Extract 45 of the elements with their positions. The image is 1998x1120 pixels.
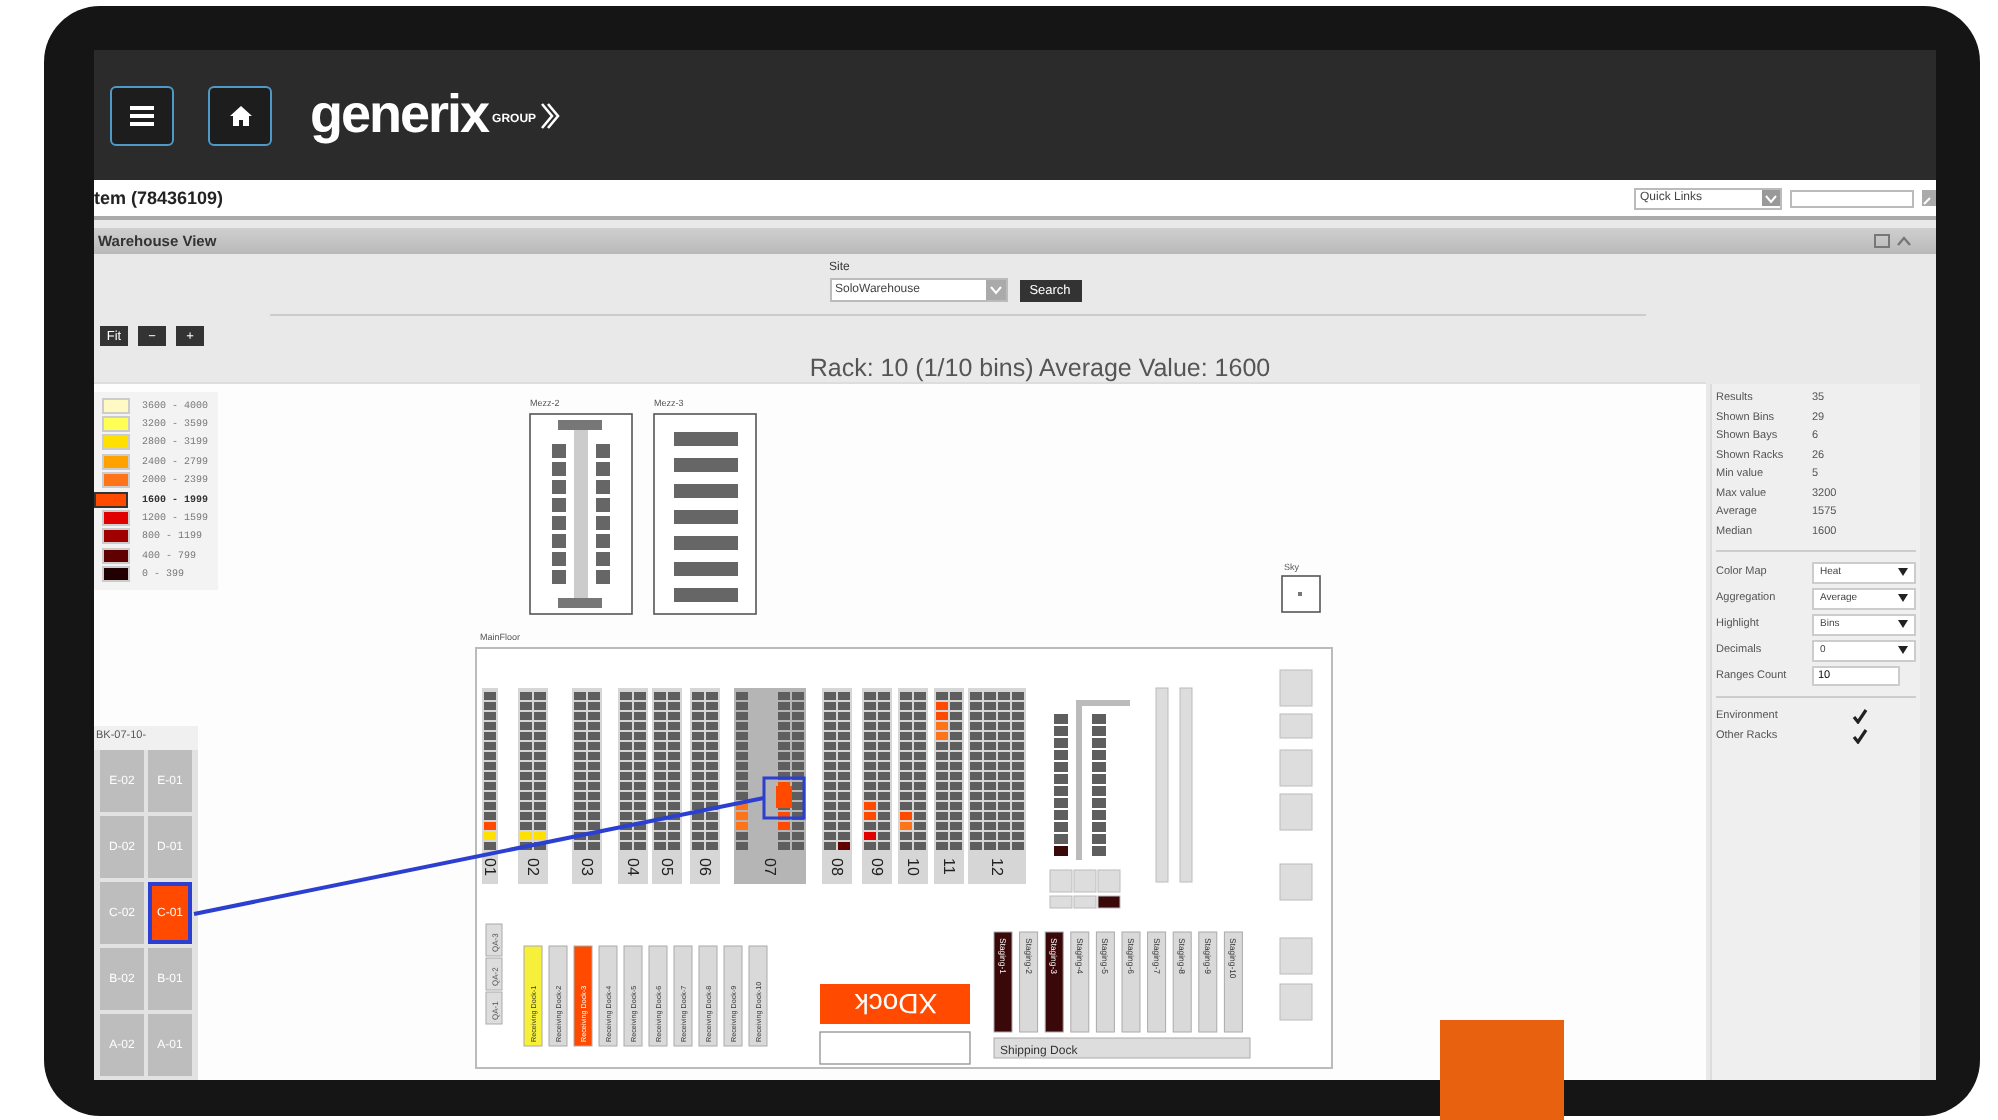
aisle-number: 05 [658,858,676,876]
logo-text: generix [310,84,489,146]
aisle-number: 06 [696,858,714,876]
zone-box [1279,793,1313,831]
aisle-number: 01 [481,858,499,876]
collapse-icon[interactable] [1896,234,1912,248]
selected-bin [762,776,806,820]
zone-box [1279,863,1313,901]
search-field[interactable] [1790,189,1914,207]
checkbox[interactable] [1852,727,1868,743]
home-button[interactable] [208,85,272,145]
zone-box [1279,713,1313,739]
zone-box [1279,983,1313,1021]
rack-title: Rack: 10 (1/10 bins) Average Value: 1600 [807,354,1273,382]
checkbox[interactable] [1852,707,1868,723]
aisle-number: 08 [828,858,846,876]
accent-block [1440,1020,1564,1120]
zone-label: XDock [854,988,938,1020]
dropdown-arrow-icon [985,280,1005,300]
qa-zone [485,957,503,991]
aisle-number: 10 [904,858,922,876]
aisle-number: 12 [988,858,1006,876]
aisle-number: 03 [578,858,596,876]
menu-button[interactable] [110,85,174,145]
aisle-number: 04 [624,858,642,876]
dropdown-arrow-icon [1898,646,1908,654]
chevron-icon [540,101,561,129]
aisle-number: 11 [940,858,958,875]
dropdown-arrow-icon [1898,594,1908,602]
window-icon[interactable] [1874,234,1890,248]
menu-icon [130,105,154,125]
dropdown-arrow-icon [1898,568,1908,576]
dropdown-arrow-icon [1898,620,1908,628]
qa-zone [485,991,503,1025]
home-icon [229,105,251,125]
zone-box [1279,669,1313,707]
aisle-number: 02 [524,858,542,876]
zone-drawing [1281,575,1321,613]
zone-box [1279,749,1313,787]
aisle-number: 07 [761,858,779,876]
dropdown-arrow-icon [1762,190,1780,206]
aisle-number: 09 [868,858,886,876]
zone-box [1279,937,1313,975]
qa-zone [485,923,503,957]
page-title: tem (78436109) [94,188,226,208]
